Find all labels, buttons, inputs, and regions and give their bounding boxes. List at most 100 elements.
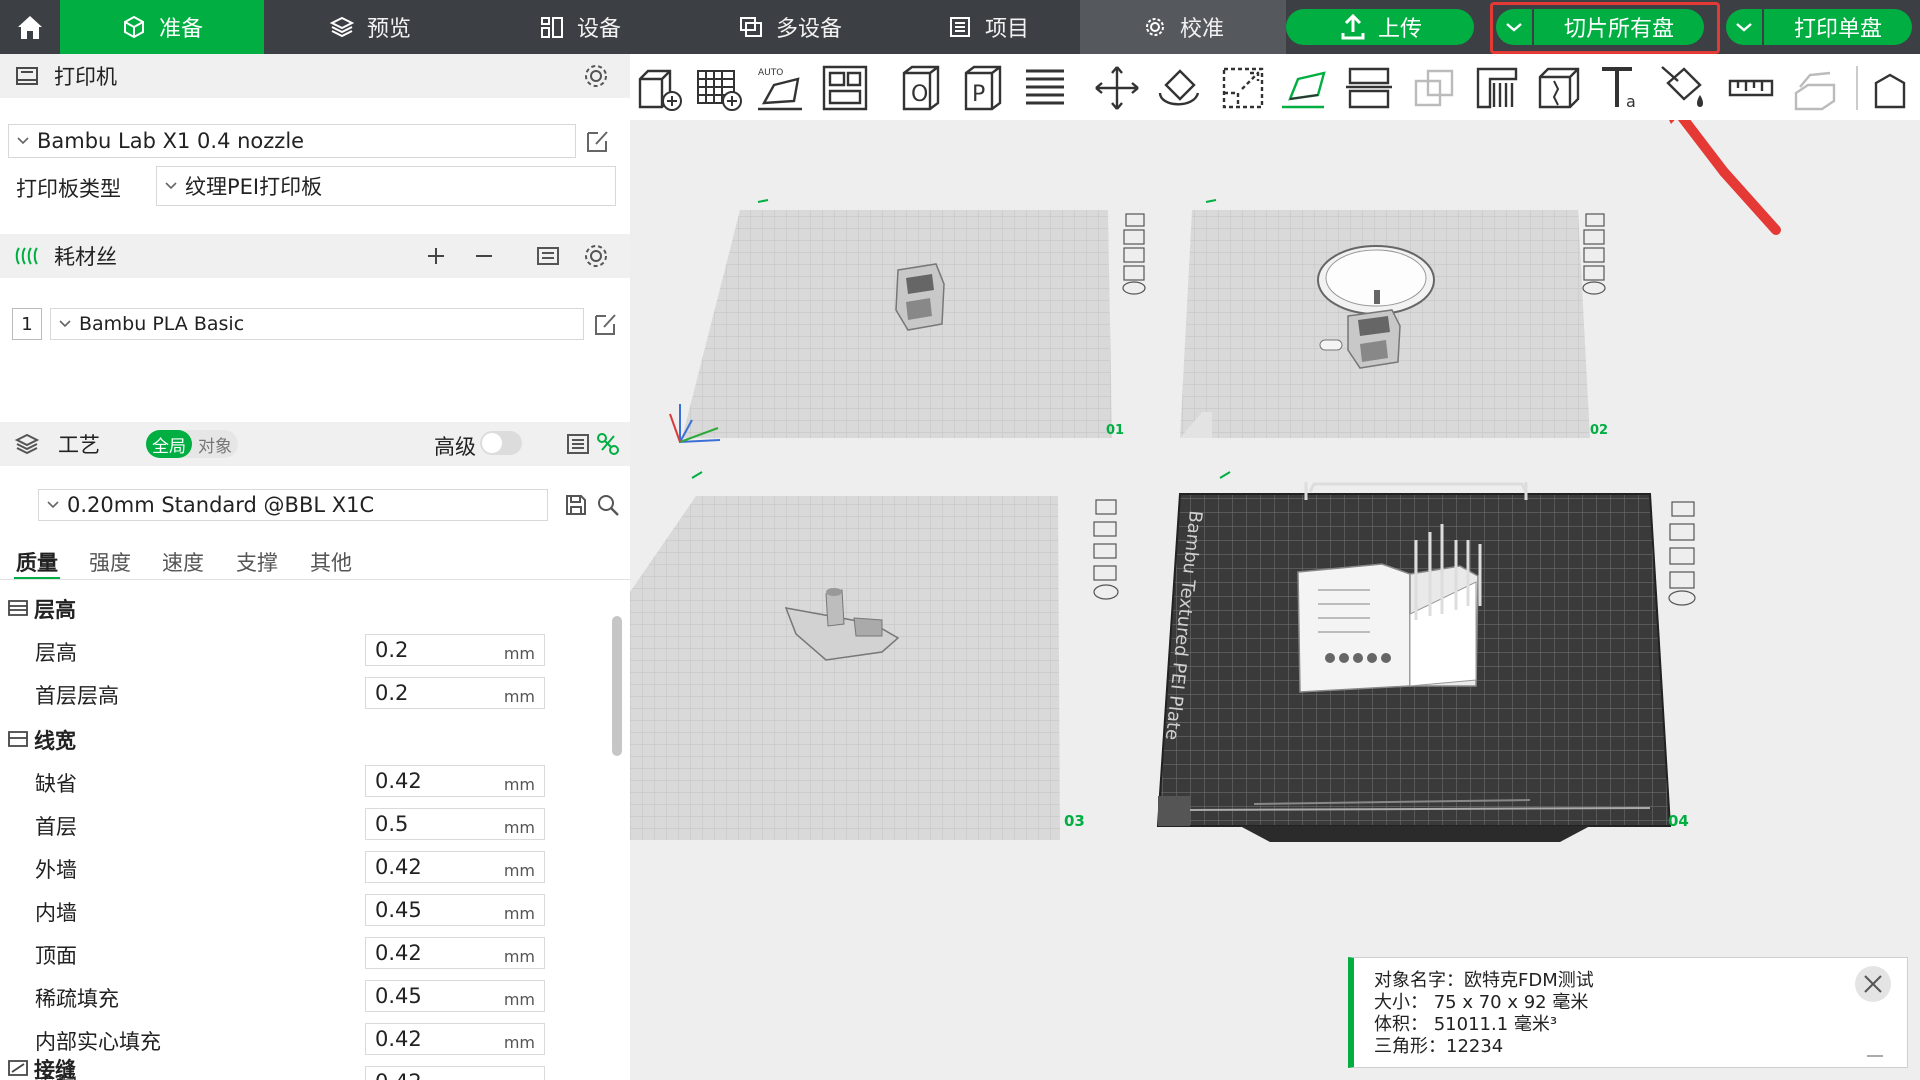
collapse-icon[interactable]: [1867, 1055, 1883, 1057]
value-field[interactable]: 0.45 mm: [365, 980, 545, 1012]
subtab-others[interactable]: 其他: [310, 547, 352, 577]
calibration-gear-icon: [1145, 18, 1164, 36]
text-icon[interactable]: a: [1596, 63, 1646, 113]
save-preset-icon[interactable]: [562, 491, 590, 519]
print-plate-button[interactable]: 打印单盘: [1726, 9, 1912, 45]
filament-settings-gear-icon[interactable]: [582, 242, 610, 270]
edit-filament-icon[interactable]: [592, 310, 620, 338]
field-unit: mm: [503, 818, 535, 837]
edit-icon[interactable]: [584, 127, 612, 155]
svg-text:a: a: [1626, 92, 1636, 111]
scope-global[interactable]: 全局: [146, 430, 192, 458]
process-preset-select[interactable]: 0.20mm Standard @BBL X1C: [38, 489, 548, 521]
value-field[interactable]: 0.45 mm: [365, 894, 545, 926]
device-icon: [540, 17, 563, 38]
plate-arrange-icon: [1123, 229, 1145, 245]
printer-settings-gear-icon[interactable]: [582, 62, 610, 90]
add-filament-icon[interactable]: [422, 242, 450, 270]
plate-01-object[interactable]: [895, 263, 945, 331]
tab-device[interactable]: 设备: [476, 0, 684, 54]
value-field[interactable]: 0.42 mm: [365, 851, 545, 883]
measure-icon[interactable]: [1726, 63, 1776, 113]
plate-02[interactable]: 02: [1180, 199, 1608, 438]
project-list-icon: [949, 17, 970, 37]
auto-orient-icon[interactable]: AUTO: [756, 63, 806, 113]
value-field[interactable]: 0.5 mm: [365, 808, 545, 840]
settings-sidebar: 打印机 Bambu Lab X1 0.4 nozzle 打印板类型 纹理PEI打…: [0, 54, 630, 1080]
boolean-icon[interactable]: [1410, 63, 1460, 113]
subtab-speed[interactable]: 速度: [162, 547, 204, 577]
advanced-switch[interactable]: [480, 431, 522, 455]
printer-preset-select[interactable]: Bambu Lab X1 0.4 nozzle: [8, 124, 576, 158]
lay-on-face-icon[interactable]: [1280, 63, 1330, 113]
subtab-quality[interactable]: 质量: [16, 547, 58, 577]
add-object-icon[interactable]: [634, 63, 684, 113]
scope-toggle[interactable]: 全局 对象: [146, 430, 238, 458]
color-paint-icon[interactable]: [1658, 63, 1708, 113]
search-icon[interactable]: [594, 491, 622, 519]
plate-04[interactable]: Bambu Textured PEI Plate 04: [1156, 471, 1696, 842]
more-icon[interactable]: [1870, 63, 1920, 113]
assembly-icon[interactable]: [1790, 63, 1840, 113]
tab-device-label: 设备: [576, 17, 621, 42]
plate-number: 04: [1668, 812, 1689, 830]
subtab-strength[interactable]: 强度: [89, 547, 131, 577]
tab-multi-device-label: 多设备: [775, 17, 842, 42]
tab-preview[interactable]: 预览: [264, 0, 476, 54]
tab-prepare[interactable]: 准备: [60, 0, 264, 54]
seam-paint-icon[interactable]: [1534, 63, 1584, 113]
chevron-down-icon[interactable]: [1726, 9, 1764, 45]
advanced-label: 高级: [434, 435, 476, 459]
group-title-line-width: 线宽: [34, 729, 76, 753]
filament-sync-icon[interactable]: [534, 242, 562, 270]
scale-icon[interactable]: [1218, 63, 1268, 113]
seam-icon: [8, 1060, 28, 1076]
compare-icon[interactable]: [594, 430, 622, 458]
chevron-down-icon: [157, 181, 185, 191]
plate-toolbar[interactable]: [1668, 501, 1696, 606]
process-section-header: 工艺: [0, 422, 630, 466]
value-field[interactable]: 0.42 mm: [365, 937, 545, 969]
tab-project-label: 项目: [984, 17, 1029, 42]
value-field[interactable]: 0.42 mm: [365, 1066, 545, 1080]
value-field[interactable]: 0.2 mm: [365, 634, 545, 666]
split-parts-icon[interactable]: P: [960, 63, 1010, 113]
filament-preset-select[interactable]: Bambu PLA Basic: [50, 308, 584, 340]
plate-01[interactable]: 01: [669, 199, 1146, 444]
cut-icon[interactable]: [1344, 63, 1394, 113]
arrange-icon[interactable]: [820, 63, 870, 113]
value-field[interactable]: 0.2 mm: [365, 677, 545, 709]
value-field[interactable]: 0.42 mm: [365, 765, 545, 797]
add-plate-icon[interactable]: [694, 63, 744, 113]
subtab-support[interactable]: 支撑: [236, 547, 278, 577]
tab-project[interactable]: 项目: [896, 0, 1080, 54]
layer-height-icon: [8, 600, 28, 616]
support-paint-icon[interactable]: [1472, 63, 1522, 113]
field-value: 0.42: [375, 1070, 422, 1080]
highlight-box: [1490, 2, 1720, 54]
sidebar-scrollbar[interactable]: [612, 616, 622, 756]
plate-03[interactable]: 03: [630, 471, 1119, 840]
info-triangles: 三角形：12234: [1374, 1036, 1504, 1057]
field-unit: mm: [504, 1076, 535, 1080]
list-view-icon[interactable]: [564, 430, 592, 458]
rotate-icon[interactable]: [1154, 63, 1204, 113]
upload-button[interactable]: 上传: [1286, 9, 1474, 45]
plate-toolbar[interactable]: [1122, 213, 1146, 295]
field-unit: mm: [503, 687, 535, 706]
home-button[interactable]: [0, 0, 60, 54]
plates-scene[interactable]: 01 02 03 Bambu Textured PEI Plate 04: [630, 65, 1920, 1080]
scope-object[interactable]: 对象: [192, 432, 232, 457]
variable-layer-icon[interactable]: [1020, 63, 1070, 113]
split-objects-icon[interactable]: O: [898, 63, 948, 113]
plate-type-select[interactable]: 纹理PEI打印板: [156, 166, 616, 206]
plate-toolbar[interactable]: [1582, 213, 1606, 295]
tab-multi-device[interactable]: 多设备: [684, 0, 896, 54]
tab-calibration[interactable]: 校准: [1080, 0, 1286, 54]
plate-toolbar[interactable]: [1093, 499, 1119, 600]
info-close-button[interactable]: [1855, 966, 1891, 1002]
value-field[interactable]: 0.42 mm: [365, 1023, 545, 1055]
3d-viewport[interactable]: 01 02 03 Bambu Textured PEI Plate 04: [630, 65, 1920, 1080]
move-icon[interactable]: [1092, 63, 1142, 113]
remove-filament-icon[interactable]: [470, 242, 498, 270]
